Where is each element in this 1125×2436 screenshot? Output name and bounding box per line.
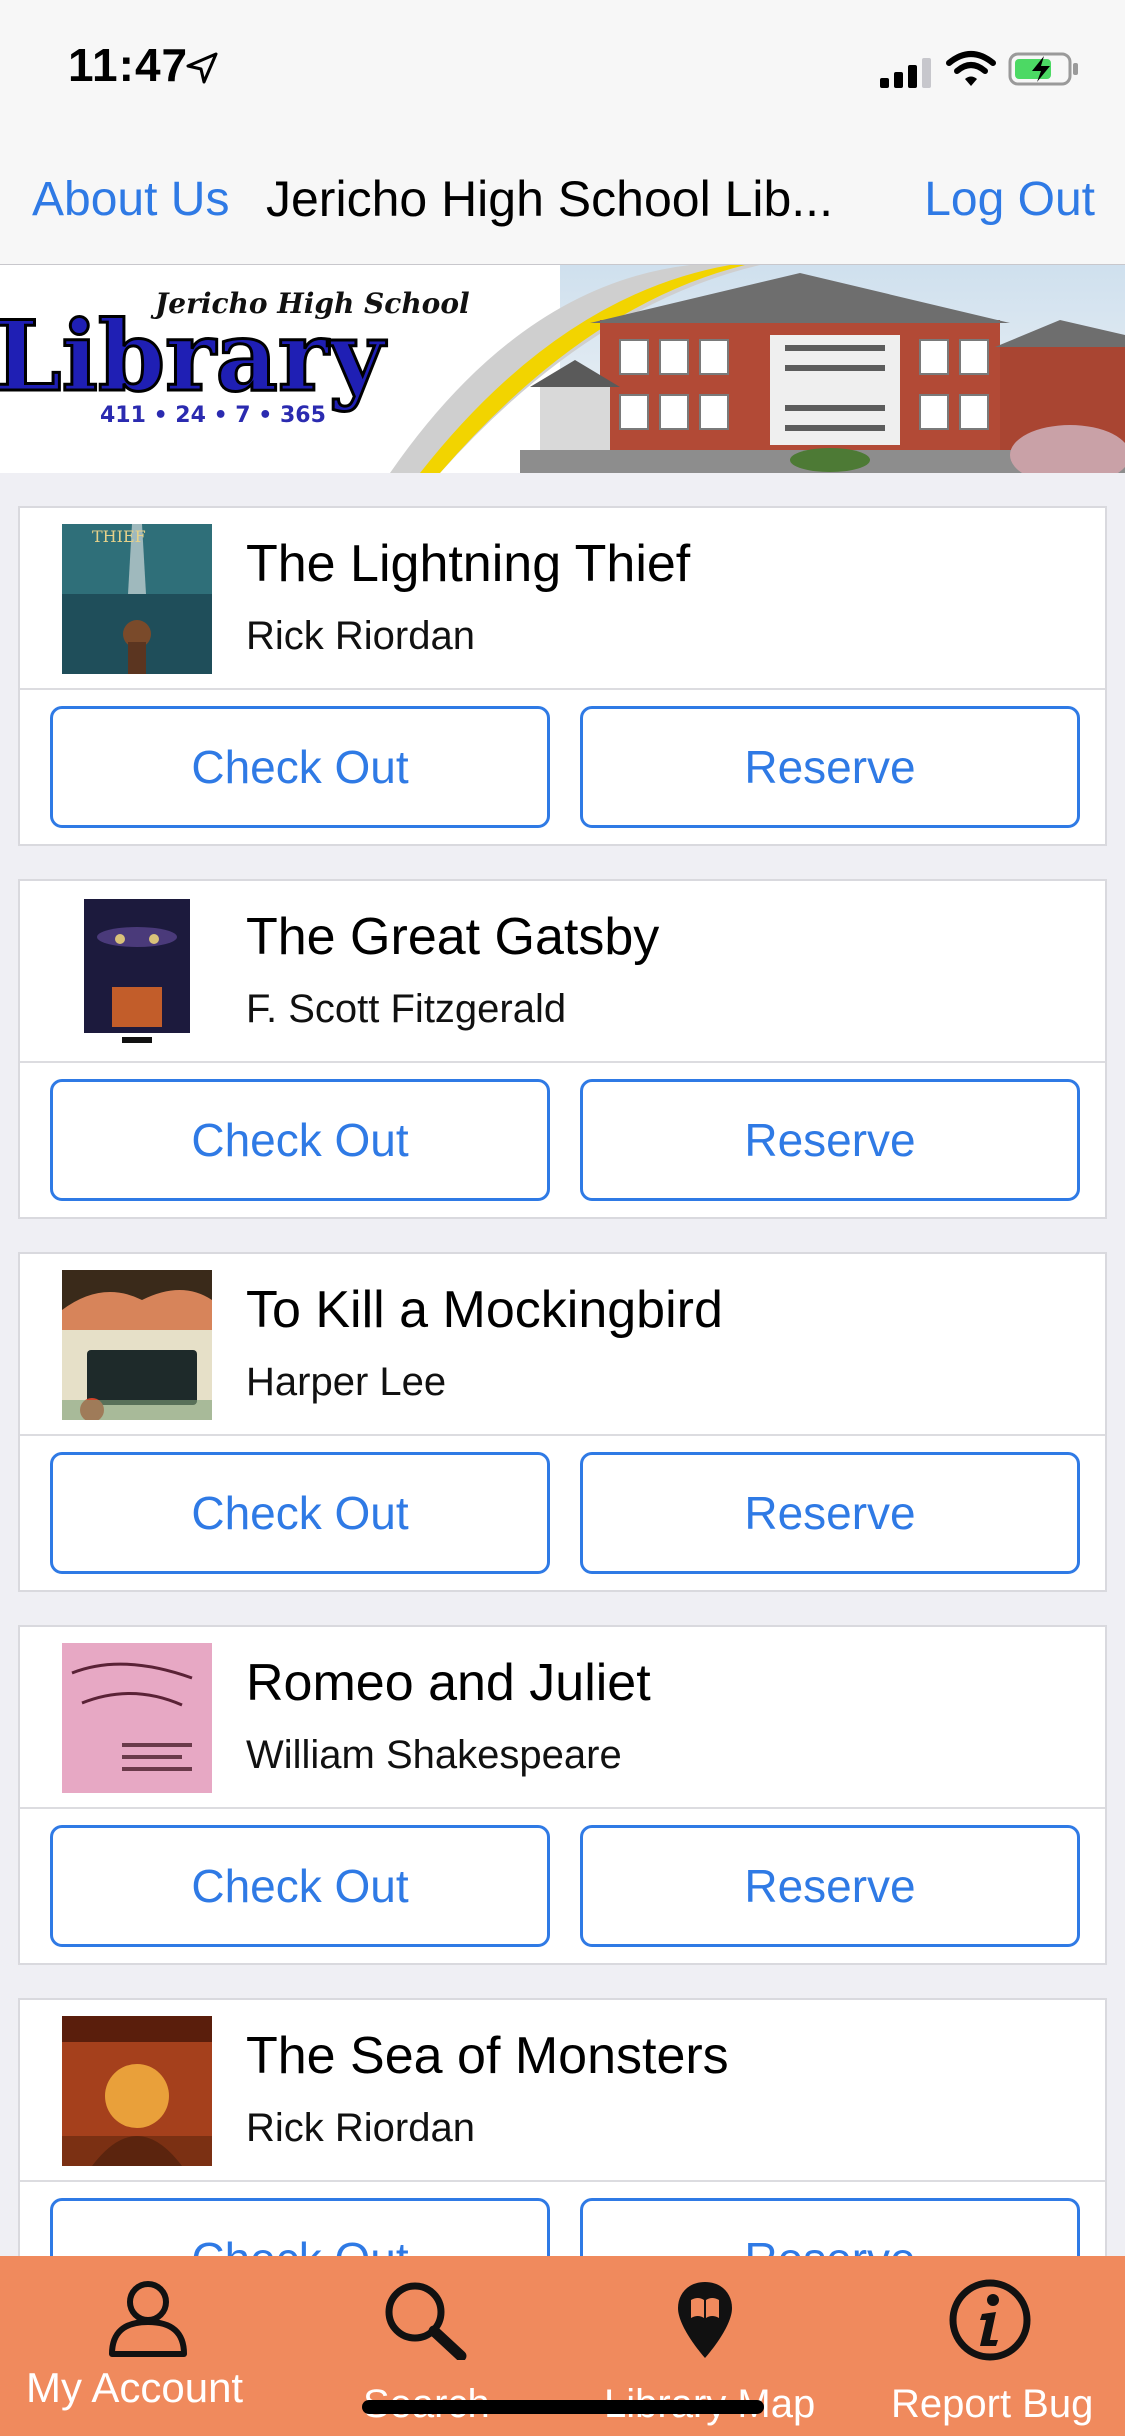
check-out-button[interactable]: Check Out [50, 1452, 550, 1574]
book-cover-image [62, 2016, 212, 2166]
book-card: The Great Gatsby F. Scott Fitzgerald Che… [18, 879, 1107, 1219]
banner-hours: 411 • 24 • 7 • 365 [100, 403, 326, 428]
divider [20, 1434, 1105, 1436]
page-title: Jericho High School Lib... [266, 171, 833, 227]
location-arrow-icon [186, 52, 218, 84]
book-card: THIEF The Lightning Thief Rick Riordan C… [18, 506, 1107, 846]
book-author: Rick Riordan [246, 2106, 475, 2150]
book-card: Romeo and Juliet William Shakespeare Che… [18, 1625, 1107, 1965]
tab-my-account[interactable]: My Account [0, 2256, 281, 2436]
divider [20, 1807, 1105, 1809]
library-banner: Jericho High School Library 411 • 24 • 7… [0, 265, 1125, 473]
wifi-icon [946, 51, 996, 86]
status-time: 11:47 [68, 39, 189, 91]
book-title: Romeo and Juliet [246, 1654, 651, 1712]
svg-text:THIEF: THIEF [92, 527, 146, 546]
tab-report-bug[interactable]: Report Bug [843, 2256, 1125, 2436]
search-icon [385, 2282, 467, 2360]
banner-library-word: Library [0, 300, 387, 413]
check-out-button[interactable]: Check Out [50, 2198, 550, 2256]
divider [20, 2180, 1105, 2182]
reserve-button[interactable]: Reserve [580, 1825, 1080, 1947]
reserve-button[interactable]: Reserve [580, 1452, 1080, 1574]
person-icon [109, 2281, 187, 2357]
log-out-button[interactable]: Log Out [924, 172, 1095, 227]
book-card: To Kill a Mockingbird Harper Lee Check O… [18, 1252, 1107, 1592]
check-out-button[interactable]: Check Out [50, 706, 550, 828]
book-author: Rick Riordan [246, 614, 475, 658]
info-icon [949, 2279, 1031, 2361]
book-title: To Kill a Mockingbird [246, 1281, 723, 1339]
reserve-button[interactable]: Reserve [580, 2198, 1080, 2256]
book-title: The Sea of Monsters [246, 2027, 729, 2085]
book-cover-image [62, 1270, 212, 1420]
book-author: F. Scott Fitzgerald [246, 987, 567, 1031]
map-pin-book-icon [678, 2282, 732, 2358]
battery-charging-icon [1008, 52, 1078, 86]
book-author: William Shakespeare [246, 1733, 622, 1777]
book-cover-image: THIEF [62, 524, 212, 674]
navigation-bar: About Us Jericho High School Lib... Log … [0, 132, 1125, 266]
divider [20, 1061, 1105, 1063]
book-author: Harper Lee [246, 1360, 447, 1404]
check-out-button[interactable]: Check Out [50, 1825, 550, 1947]
book-cover-image [62, 1643, 212, 1793]
book-title: The Great Gatsby [246, 908, 660, 966]
about-us-button[interactable]: About Us [32, 172, 229, 227]
home-indicator[interactable] [362, 2400, 764, 2414]
reserve-button[interactable]: Reserve [580, 706, 1080, 828]
cellular-signal-icon [880, 58, 931, 88]
reserve-button[interactable]: Reserve [580, 1079, 1080, 1201]
tab-label: My Account [26, 2364, 244, 2411]
book-list[interactable]: THIEF The Lightning Thief Rick Riordan C… [0, 473, 1125, 2256]
book-cover-image [62, 897, 212, 1047]
book-card: The Sea of Monsters Rick Riordan Check O… [18, 1998, 1107, 2256]
book-title: The Lightning Thief [246, 535, 691, 593]
check-out-button[interactable]: Check Out [50, 1079, 550, 1201]
tab-label: Report Bug [891, 2382, 1094, 2426]
divider [20, 688, 1105, 690]
school-building-image: Jericho High School Library 411 • 24 • 7… [0, 265, 1125, 473]
status-bar: 11:47 [0, 0, 1125, 132]
